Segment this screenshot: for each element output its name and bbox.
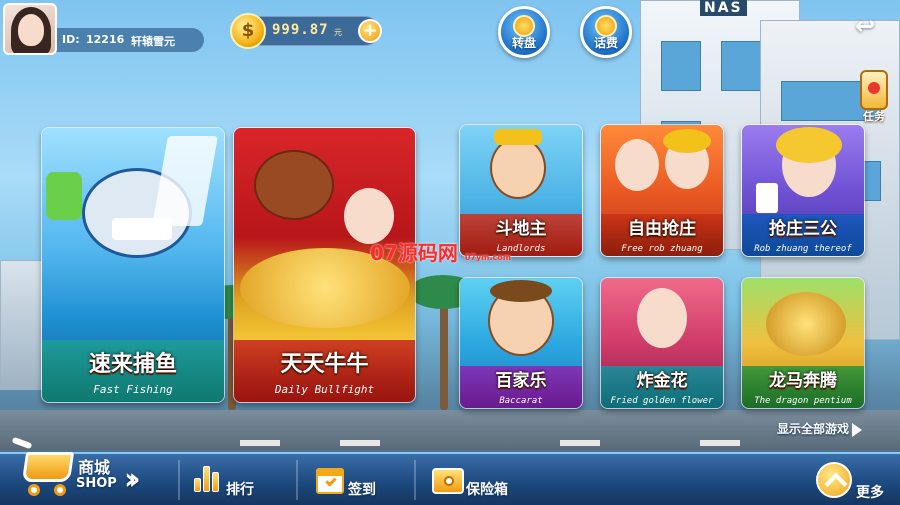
divider (178, 460, 180, 500)
game-card-fried-golden-flower[interactable]: 炸金花 Fried golden flower (600, 277, 724, 409)
shop-label-zh: 商城 (78, 458, 111, 477)
game-card-rob-zhuang-thereof[interactable]: 抢庄三公 Rob zhuang thereof (741, 124, 865, 257)
game-card-free-rob-zhuang[interactable]: 自由抢庄 Free rob zhuang (600, 124, 724, 257)
character-illustration (637, 288, 687, 348)
cart-wheel (28, 484, 40, 496)
character-illustration (344, 188, 394, 244)
calendar-body (316, 468, 344, 494)
hair-illustration (776, 127, 842, 163)
watermark-text: 07源码网 (370, 241, 458, 265)
shop-label-en: SHOP (76, 476, 117, 491)
playing-card-illustration (756, 183, 778, 213)
cart-wheel (54, 484, 66, 496)
wheel-label: 转盘 (511, 36, 536, 50)
user-id-label: ID: (62, 33, 80, 46)
cart-handle (11, 436, 33, 450)
recharge-button[interactable]: + (358, 19, 382, 43)
arrow-right-icon (852, 422, 863, 437)
road-stripe (240, 440, 280, 446)
game-title: 炸金花 (636, 371, 688, 391)
user-id-value: 12216 (86, 33, 125, 46)
task-scroll-icon (860, 70, 888, 110)
road-stripe (700, 440, 740, 446)
bar-chart-icon (190, 462, 224, 496)
task-label: 任务 (863, 110, 885, 123)
game-title: 斗地主 (495, 219, 547, 239)
game-subtitle: Baccarat (499, 396, 543, 406)
game-title: 百家乐 (495, 371, 547, 391)
dragon-illustration (766, 292, 846, 356)
calendar-check-icon (312, 462, 346, 496)
shop-button[interactable]: 商城 SHOP ›› (11, 432, 152, 502)
shopping-cart-icon (11, 432, 78, 498)
more-button[interactable]: 更多 (816, 462, 900, 502)
water-gun-illustration (46, 172, 82, 220)
more-label: 更多 (856, 485, 884, 501)
rank-label: 排行 (226, 482, 254, 498)
game-title: 天天牛牛 (280, 352, 369, 377)
road-stripe (340, 440, 380, 446)
task-button[interactable]: 任务 (856, 70, 892, 124)
game-card-dragon-pentium[interactable]: 龙马奔腾 The dragon pentium (741, 277, 865, 409)
show-all-label: 显示全部游戏 (777, 422, 850, 436)
game-subtitle: Rob zhuang thereof (754, 244, 852, 254)
check-mark (325, 475, 337, 487)
gold-coin-icon: $ (230, 13, 266, 49)
bull-illustration (254, 150, 334, 220)
double-chevron-right-icon: ›› (124, 462, 140, 497)
game-title: 自由抢庄 (628, 219, 696, 239)
safe-body (432, 468, 464, 494)
divider (414, 460, 416, 500)
divider (296, 460, 298, 500)
game-subtitle: Free rob zhuang (621, 244, 703, 254)
wallet-unit: 元 (334, 28, 342, 37)
sail-illustration (152, 136, 218, 226)
hat-illustration (494, 129, 542, 145)
game-subtitle: Daily Bullfight (274, 383, 375, 396)
rank-icon-bar (212, 472, 219, 492)
wallet-amount: 999.87 (272, 22, 329, 38)
game-title: 速来捕鱼 (88, 352, 177, 377)
watermark: 07源码网 07ym.com (370, 237, 511, 266)
cart-basket (21, 452, 75, 482)
avatar-face (18, 14, 44, 46)
chevron-up-icon (816, 462, 852, 498)
watermark-url: 07ym.com (464, 253, 512, 262)
game-subtitle: Fried golden flower (610, 396, 714, 406)
game-card-baccarat[interactable]: 百家乐 Baccarat (459, 277, 583, 409)
game-title: 抢庄三公 (769, 219, 837, 239)
back-arrow-icon[interactable]: ↩ (848, 12, 882, 42)
character-illustration (615, 139, 659, 191)
hair-illustration (663, 129, 711, 153)
hair-illustration (490, 280, 552, 302)
signin-label: 签到 (348, 482, 376, 498)
game-card-fast-fishing[interactable]: 速来捕鱼 Fast Fishing (41, 127, 225, 403)
phone-credit-label: 话费 (593, 36, 618, 50)
rank-icon-bar (194, 478, 201, 492)
show-all-games-link[interactable]: 显示全部游戏 (777, 420, 863, 437)
wheel-button[interactable]: 转盘 (498, 6, 550, 58)
user-nickname: 轩辕雪元 (131, 35, 175, 48)
character-illustration (490, 137, 546, 199)
phone-credit-button[interactable]: 话费 (580, 6, 632, 58)
rank-icon-bar (203, 466, 210, 492)
safe-box-icon (430, 462, 464, 496)
game-subtitle: Fast Fishing (93, 383, 173, 396)
user-avatar[interactable] (3, 3, 57, 55)
top-bar: ID: 12216 轩辕雪元 $ 999.87 元 + 转盘 话费 ↩ (0, 0, 900, 62)
road-stripe (560, 440, 600, 446)
game-subtitle: The dragon pentium (754, 396, 852, 406)
safe-dial (444, 476, 454, 486)
safe-box-label: 保险箱 (466, 482, 508, 498)
game-title: 龙马奔腾 (769, 371, 837, 391)
